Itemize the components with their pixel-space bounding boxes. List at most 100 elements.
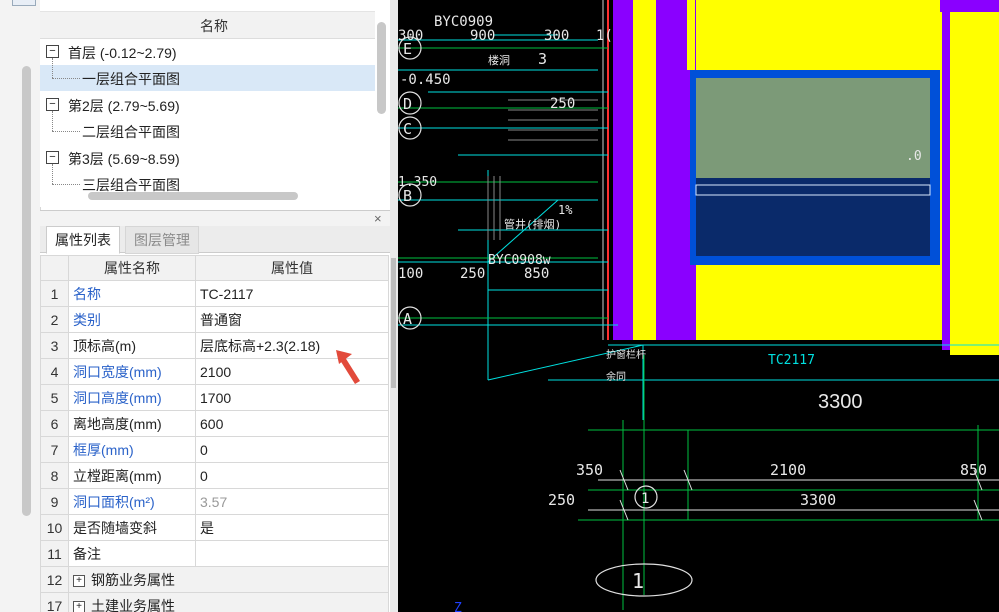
cad-drawing[interactable]: BYC0909 300 900 300 1( E 楼洞 3 -0.450 D 2… — [398, 0, 999, 612]
row-number: 1 — [40, 280, 69, 307]
window-pane — [696, 78, 930, 178]
tree-item-label: 首层 (-0.12~2.79) — [68, 45, 177, 61]
tab-layer-management[interactable]: 图层管理 — [125, 226, 199, 254]
property-value: 3.57 — [195, 488, 389, 515]
tree-connector — [52, 184, 80, 185]
tab-property-list[interactable]: 属性列表 — [46, 226, 120, 254]
row-number: 4 — [40, 358, 69, 385]
table-row[interactable]: 5 洞口高度(mm) 1700 — [40, 384, 389, 411]
property-value[interactable]: TC-2117 — [195, 280, 389, 307]
property-group-label: 土建业务属性 — [91, 597, 175, 612]
table-row-group[interactable]: 12 + 钢筋业务属性 — [40, 566, 389, 593]
tree-item-label: 二层组合平面图 — [82, 124, 180, 140]
expand-icon[interactable]: + — [73, 574, 85, 587]
dim-3300-large: 3300 — [818, 391, 863, 413]
splitter-grip[interactable] — [391, 258, 396, 388]
axis-e-label: E — [403, 40, 412, 58]
property-tabs: 属性列表 图层管理 — [40, 226, 390, 254]
table-row[interactable]: 6 离地高度(mm) 600 — [40, 410, 389, 437]
table-row[interactable]: 1 名称 TC-2117 — [40, 280, 389, 307]
cad-canvas[interactable]: BYC0909 300 900 300 1( E 楼洞 3 -0.450 D 2… — [398, 0, 999, 612]
row-number: 12 — [40, 566, 69, 593]
tree-horizontal-scrollbar[interactable] — [88, 192, 298, 200]
red-arrow-annotation — [336, 350, 360, 384]
property-panel: × 属性列表 图层管理 属性名称 属性值 1 名称 TC-2117 2 类别 普… — [40, 210, 390, 612]
collapse-icon[interactable]: − — [46, 151, 59, 164]
left-top-button[interactable] — [12, 0, 36, 6]
dim-bottom: 250 — [460, 266, 485, 282]
table-row-group[interactable]: 17 + 土建业务属性 — [40, 592, 389, 612]
table-row[interactable]: 8 立樘距离(mm) 0 — [40, 462, 389, 489]
tree-vertical-scrollbar[interactable] — [377, 22, 386, 114]
property-value[interactable]: 普通窗 — [195, 306, 389, 333]
row-number: 3 — [40, 332, 69, 359]
collapse-icon[interactable]: − — [46, 98, 59, 111]
header-property-value: 属性值 — [195, 255, 389, 281]
dim-top: 900 — [470, 28, 495, 44]
tree-item-label: 一层组合平面图 — [82, 71, 180, 87]
wall-block-right — [950, 15, 999, 355]
property-group[interactable]: + 钢筋业务属性 — [68, 566, 389, 593]
property-value[interactable]: 600 — [195, 410, 389, 437]
pipe-label: 管井(排烟) — [504, 217, 561, 231]
left-scrollbar[interactable] — [22, 66, 31, 516]
tree-item-floor-2[interactable]: − 第2层 (2.79~5.69) — [40, 92, 375, 118]
table-row[interactable]: 9 洞口面积(m²) 3.57 — [40, 488, 389, 515]
tree-connector — [52, 164, 53, 184]
property-value[interactable]: 0 — [195, 462, 389, 489]
axis-1-small-label: 1 — [641, 491, 649, 507]
floor-tree-panel: 名称 − 首层 (-0.12~2.79) 一层组合平面图 − 第2层 (2.79… — [40, 0, 391, 207]
row-number: 6 — [40, 410, 69, 437]
collapse-icon[interactable]: − — [46, 45, 59, 58]
tree-connector — [52, 131, 80, 132]
axis-1-large-label: 1 — [632, 569, 644, 593]
panel-titlebar: × — [40, 210, 390, 227]
row-number: 5 — [40, 384, 69, 411]
table-row[interactable]: 10 是否随墙变斜 是 — [40, 514, 389, 541]
property-value[interactable]: 是 — [195, 514, 389, 541]
dim-250-top: 250 — [550, 96, 575, 112]
tree-item-label: 第3层 (5.69~8.59) — [68, 151, 180, 167]
property-name: 洞口宽度(mm) — [68, 358, 196, 385]
close-icon[interactable]: × — [374, 211, 382, 227]
dim-350: 350 — [576, 461, 603, 479]
property-name: 名称 — [68, 280, 196, 307]
header-num — [40, 255, 69, 281]
table-row[interactable]: 7 框厚(mm) 0 — [40, 436, 389, 463]
header-property-name: 属性名称 — [68, 255, 196, 281]
axis-b-label: B — [403, 187, 412, 205]
dim-top: 1( — [596, 28, 613, 44]
axis-d-label: D — [403, 95, 412, 113]
property-value[interactable] — [195, 540, 389, 567]
table-row[interactable]: 11 备注 — [40, 540, 389, 567]
tree-item-floor-1[interactable]: − 首层 (-0.12~2.79) — [40, 39, 375, 65]
table-header-row: 属性名称 属性值 — [40, 255, 389, 281]
row-number: 11 — [40, 540, 69, 567]
guardrail-label: 护窗栏杆 — [606, 348, 646, 361]
tree-item-floor-1-plan[interactable]: 一层组合平面图 — [40, 65, 375, 91]
dim-850: 850 — [960, 461, 987, 479]
property-name: 顶标高(m) — [68, 332, 196, 359]
property-group[interactable]: + 土建业务属性 — [68, 592, 389, 612]
wall-notch — [687, 0, 695, 70]
row-number: 8 — [40, 462, 69, 489]
row-number: 9 — [40, 488, 69, 515]
table-row[interactable]: 2 类别 普通窗 — [40, 306, 389, 333]
purple-beam — [940, 0, 999, 12]
expand-icon[interactable]: + — [73, 600, 85, 612]
property-name: 是否随墙变斜 — [68, 514, 196, 541]
property-value[interactable]: 1700 — [195, 384, 389, 411]
panel-splitter[interactable] — [390, 0, 398, 612]
property-name: 备注 — [68, 540, 196, 567]
tree-item-floor-3[interactable]: − 第3层 (5.69~8.59) — [40, 145, 375, 171]
level-fragment: .0 — [906, 149, 922, 164]
z-mark: Z — [454, 601, 462, 612]
tree-item-floor-2-plan[interactable]: 二层组合平面图 — [40, 118, 375, 144]
slope-label: 1% — [558, 203, 573, 217]
property-name: 洞口高度(mm) — [68, 384, 196, 411]
dong-number: 3 — [538, 50, 547, 68]
axis-a-label: A — [403, 310, 412, 328]
property-value[interactable]: 0 — [195, 436, 389, 463]
tree-header: 名称 — [40, 11, 375, 39]
tree-connector — [52, 78, 80, 79]
